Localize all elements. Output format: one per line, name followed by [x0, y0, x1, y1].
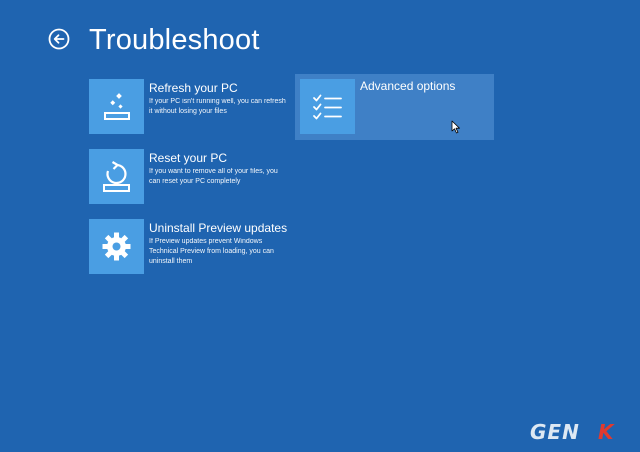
reset-pc-description: If you want to remove all of your files,… — [149, 168, 278, 185]
refresh-pc-title: Refresh your PC — [149, 81, 238, 95]
uninstall-updates-description: If Preview updates prevent Windows Techn… — [149, 238, 274, 265]
refresh-pc-text: Refresh your PC If your PC isn't running… — [149, 81, 289, 117]
advanced-options-text: Advanced options — [360, 79, 500, 95]
uninstall-updates-icon-box — [89, 219, 144, 274]
reset-pc-text: Reset your PC If you want to remove all … — [149, 151, 289, 187]
reset-pc-title: Reset your PC — [149, 151, 228, 165]
uninstall-updates-tile[interactable]: Uninstall Preview updates If Preview upd… — [89, 219, 294, 289]
advanced-options-title: Advanced options — [360, 79, 456, 93]
svg-text:GEN: GEN — [530, 420, 580, 444]
genk-watermark-logo: GEN K — [530, 420, 615, 444]
gear-icon — [102, 232, 131, 261]
checklist-icon — [313, 94, 342, 120]
advanced-options-tile[interactable]: Advanced options — [295, 74, 494, 140]
reset-pc-icon-box — [89, 149, 144, 204]
page-title: Troubleshoot — [89, 24, 260, 56]
advanced-options-icon-box — [300, 79, 355, 134]
reset-pc-icon — [103, 161, 130, 192]
uninstall-updates-title: Uninstall Preview updates — [149, 221, 288, 235]
refresh-pc-tile[interactable]: Refresh your PC If your PC isn't running… — [89, 79, 294, 139]
refresh-pc-icon-box — [89, 79, 144, 134]
svg-text:K: K — [598, 420, 615, 444]
refresh-pc-description: If your PC isn't running well, you can r… — [149, 98, 286, 115]
refresh-pc-icon — [104, 93, 130, 120]
uninstall-updates-text: Uninstall Preview updates If Preview upd… — [149, 221, 289, 267]
back-arrow-icon — [48, 28, 70, 50]
back-button[interactable] — [48, 28, 70, 50]
reset-pc-tile[interactable]: Reset your PC If you want to remove all … — [89, 149, 294, 209]
mouse-cursor-icon — [451, 120, 460, 134]
